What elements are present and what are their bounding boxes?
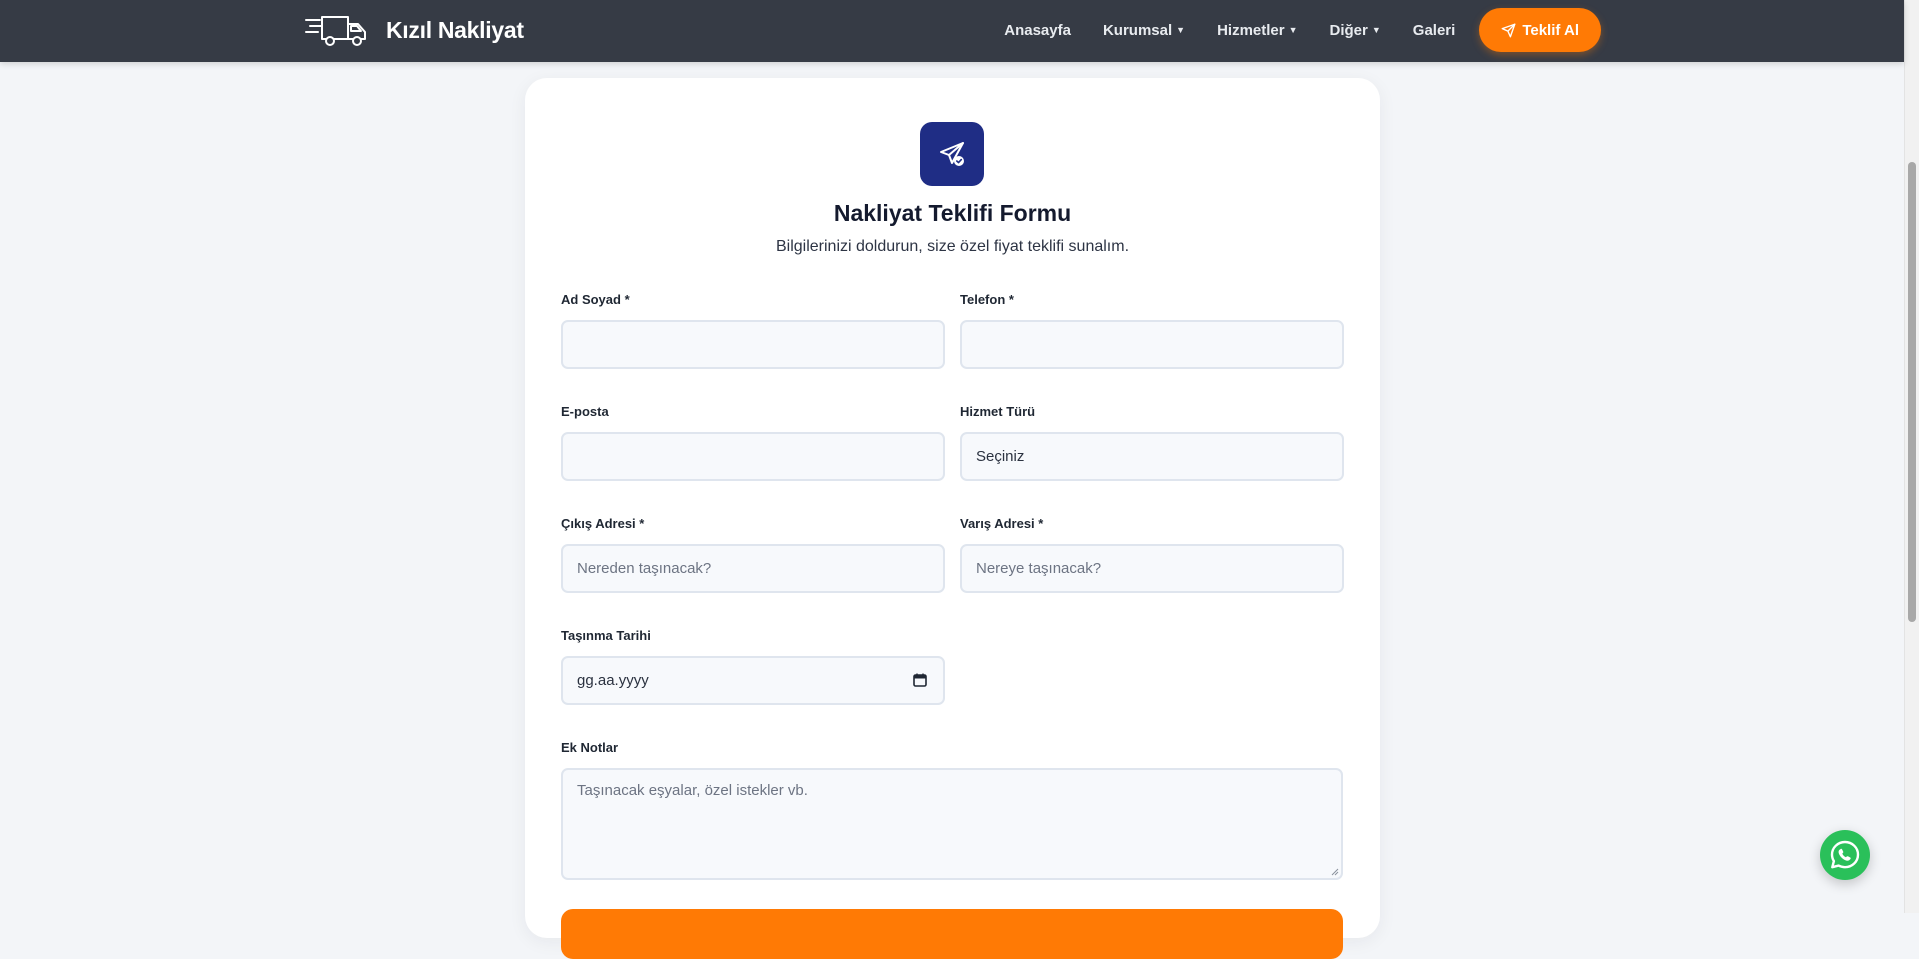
nav-item-label: Anasayfa xyxy=(1004,21,1071,39)
scrollbar-thumb[interactable] xyxy=(1908,162,1916,622)
teklif-al-label: Teklif Al xyxy=(1522,21,1579,39)
notes-textarea[interactable]: Taşınacak eşyalar, özel istekler vb. xyxy=(561,768,1343,880)
form-title: Nakliyat Teklifi Formu xyxy=(833,200,1072,226)
service-label: Hizmet Türü xyxy=(960,404,1036,419)
nav-item-label: Hizmetler xyxy=(1217,21,1285,39)
caret-down-icon: ▼ xyxy=(1288,25,1298,35)
destination-input[interactable]: Nereye taşınacak? xyxy=(960,544,1344,593)
quote-form-card: Nakliyat Teklifi Formu Bilgilerinizi dol… xyxy=(525,78,1380,959)
date-label: Taşınma Tarihi xyxy=(561,628,651,643)
main-nav: Anasayfa Kurumsal ▼ Hizmetler ▼ Diğer ▼ … xyxy=(1004,0,1601,60)
paper-plane-icon xyxy=(1501,23,1516,37)
caret-down-icon: ▼ xyxy=(1371,25,1381,35)
email-input[interactable] xyxy=(561,432,945,481)
phone-input[interactable] xyxy=(960,320,1344,369)
date-input[interactable]: gg.aa.yyyy xyxy=(561,656,945,705)
destination-label: Varış Adresi * xyxy=(960,516,1044,531)
name-label: Ad Soyad * xyxy=(561,292,630,307)
notes-label: Ek Notlar xyxy=(561,740,619,755)
calendar-icon[interactable] xyxy=(913,673,927,687)
notes-field-group: Ek Notlar Taşınacak eşyalar, özel istekl… xyxy=(561,739,1343,880)
date-field-group: Taşınma Tarihi gg.aa.yyyy xyxy=(561,627,945,705)
destination-field-group: Varış Adresi * Nereye taşınacak? xyxy=(960,515,1344,593)
service-field-group: Hizmet Türü Seçiniz xyxy=(960,403,1344,481)
name-input[interactable] xyxy=(561,320,945,369)
whatsapp-icon xyxy=(1830,840,1860,869)
email-label: E-posta xyxy=(561,404,609,419)
nav-item-anasayfa[interactable]: Anasayfa xyxy=(1004,22,1071,39)
form-subtitle: Bilgilerinizi doldurun, size özel fiyat … xyxy=(775,238,1130,255)
origin-field-group: Çıkış Adresi * Nereden taşınacak? xyxy=(561,515,945,593)
nav-item-kurumsal[interactable]: Kurumsal ▼ xyxy=(1103,22,1185,39)
origin-input[interactable]: Nereden taşınacak? xyxy=(561,544,945,593)
nav-item-label: Kurumsal xyxy=(1102,21,1173,39)
date-input-value: gg.aa.yyyy xyxy=(577,672,649,689)
submit-button[interactable] xyxy=(561,909,1343,959)
teklif-al-button[interactable]: Teklif Al xyxy=(1479,8,1601,52)
nav-item-diger[interactable]: Diğer ▼ xyxy=(1330,22,1381,39)
moving-truck-icon xyxy=(305,16,366,46)
paper-plane-check-icon xyxy=(920,122,984,186)
origin-label: Çıkış Adresi * xyxy=(561,516,645,531)
page-scrollbar[interactable] xyxy=(1904,0,1919,913)
nav-item-label: Galeri xyxy=(1412,21,1456,39)
notes-placeholder: Taşınacak eşyalar, özel istekler vb. xyxy=(577,782,808,799)
top-navbar: Kızıl Nakliyat Anasayfa Kurumsal ▼ Hizme… xyxy=(0,0,1904,62)
nav-item-hizmetler[interactable]: Hizmetler ▼ xyxy=(1217,22,1297,39)
caret-down-icon: ▼ xyxy=(1176,25,1186,35)
resize-grip-icon[interactable] xyxy=(1329,866,1339,876)
phone-field-group: Telefon * xyxy=(960,291,1344,369)
nav-item-galeri[interactable]: Galeri xyxy=(1413,22,1456,39)
phone-label: Telefon * xyxy=(960,292,1014,307)
name-field-group: Ad Soyad * xyxy=(561,291,945,369)
email-field-group: E-posta xyxy=(561,403,945,481)
whatsapp-button[interactable] xyxy=(1820,830,1870,880)
service-select[interactable]: Seçiniz xyxy=(960,432,1344,481)
brand-name: Kızıl Nakliyat xyxy=(386,16,524,43)
nav-item-label: Diğer xyxy=(1329,21,1368,39)
brand[interactable]: Kızıl Nakliyat xyxy=(304,12,524,48)
